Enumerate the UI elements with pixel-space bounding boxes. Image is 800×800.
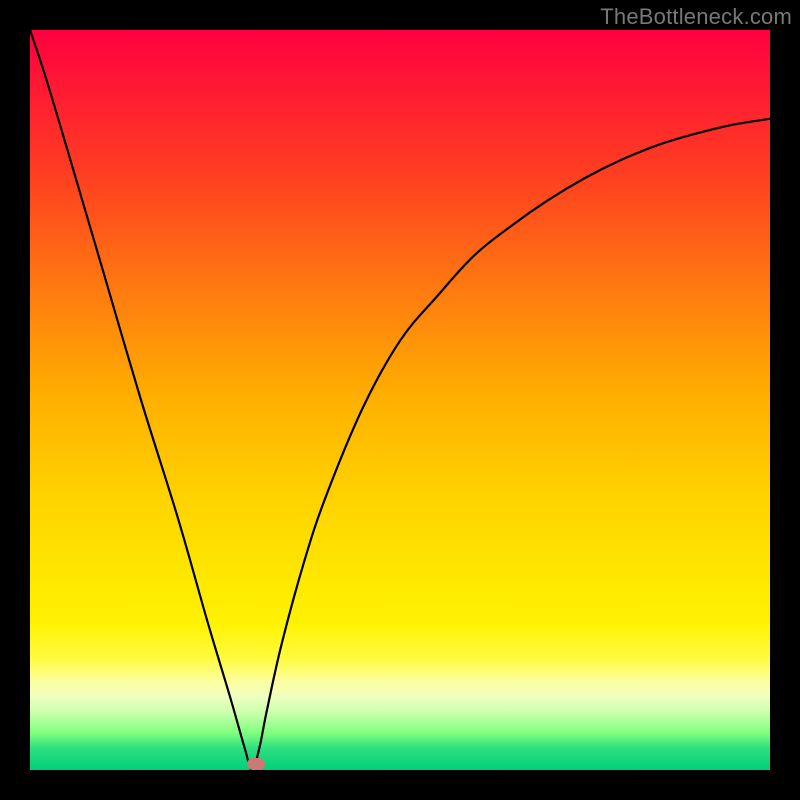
watermark-text: TheBottleneck.com bbox=[600, 4, 792, 30]
optimum-marker bbox=[247, 758, 265, 770]
plot-area bbox=[30, 30, 770, 770]
bottleneck-curve bbox=[30, 30, 770, 770]
chart-outer-frame: TheBottleneck.com bbox=[0, 0, 800, 800]
